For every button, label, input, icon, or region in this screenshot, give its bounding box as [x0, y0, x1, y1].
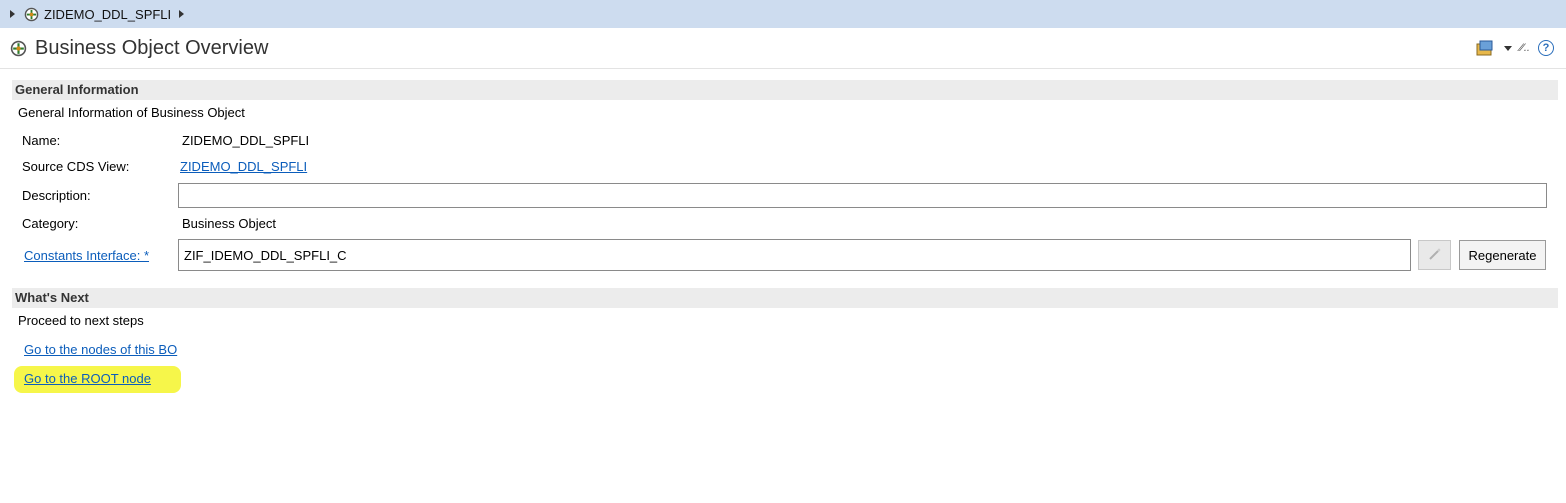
category-label: Category:: [22, 216, 79, 231]
generate-wand-button[interactable]: [1418, 240, 1451, 270]
business-object-icon: [24, 7, 39, 22]
regenerate-button[interactable]: Regenerate: [1459, 240, 1546, 270]
name-label: Name:: [22, 133, 61, 148]
whats-next-description: Proceed to next steps: [18, 313, 144, 328]
source-cds-view-link[interactable]: ZIDEMO_DDL_SPFLI: [180, 159, 307, 174]
description-label: Description:: [22, 188, 91, 203]
header-toolbar: ⁄⁄.. ?: [1476, 40, 1554, 56]
help-icon[interactable]: ?: [1538, 40, 1554, 56]
pin-icon[interactable]: ⁄⁄..: [1520, 42, 1530, 54]
editor-header: Business Object Overview ⁄⁄.. ?: [0, 28, 1566, 69]
export-icon[interactable]: [1476, 40, 1496, 56]
whats-next-header: What's Next: [12, 288, 1558, 308]
breadcrumb-forward-arrow-icon[interactable]: [179, 10, 185, 18]
breadcrumb: ZIDEMO_DDL_SPFLI: [0, 0, 1566, 28]
constants-interface-link[interactable]: Constants Interface: *: [24, 248, 149, 263]
breadcrumb-back-arrow-icon[interactable]: [10, 10, 15, 18]
category-value: Business Object: [182, 216, 276, 231]
root-node-link[interactable]: Go to the ROOT node: [24, 371, 151, 386]
dropdown-icon[interactable]: [1504, 45, 1513, 51]
page-title: Business Object Overview: [35, 36, 269, 59]
source-cds-view-label: Source CDS View:: [22, 159, 130, 174]
breadcrumb-item[interactable]: ZIDEMO_DDL_SPFLI: [44, 7, 171, 22]
description-input[interactable]: [178, 183, 1547, 208]
constants-interface-input[interactable]: [178, 239, 1411, 271]
nodes-of-bo-link[interactable]: Go to the nodes of this BO: [24, 342, 177, 357]
name-value: ZIDEMO_DDL_SPFLI: [182, 133, 310, 148]
general-information-header: General Information: [12, 80, 1558, 100]
business-object-icon: [10, 40, 27, 57]
general-information-description: General Information of Business Object: [18, 105, 245, 120]
wand-icon: [1427, 246, 1443, 265]
